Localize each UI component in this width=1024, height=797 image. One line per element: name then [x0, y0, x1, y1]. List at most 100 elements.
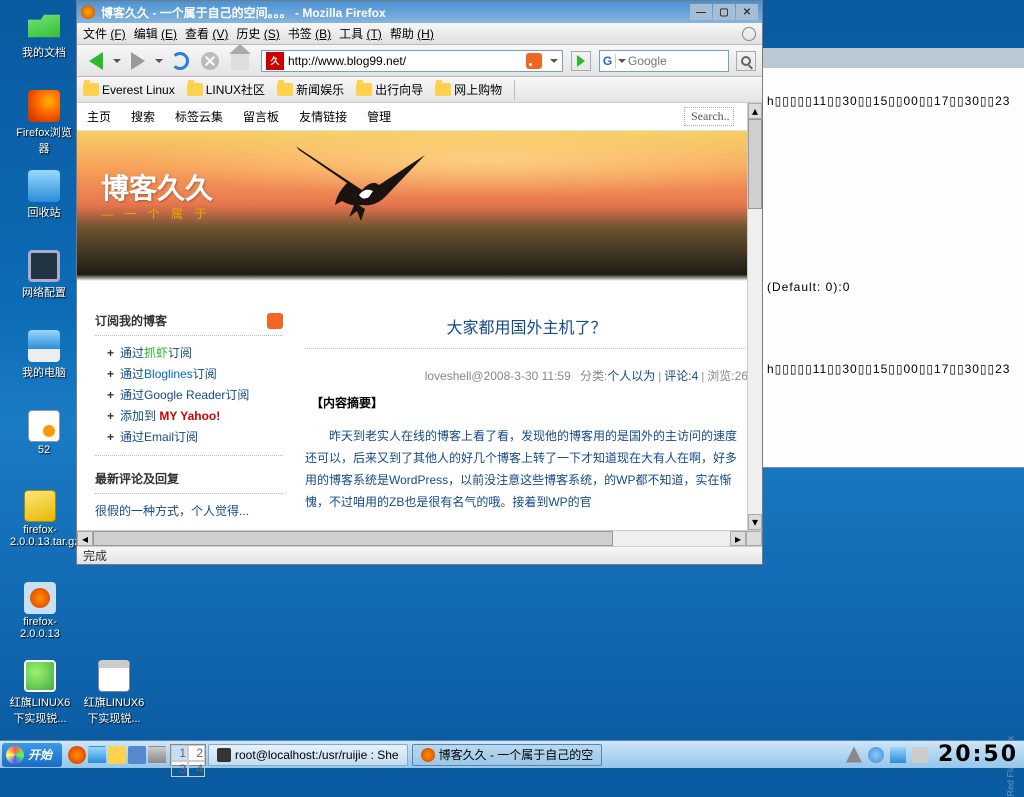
- task-terminal[interactable]: root@localhost:/usr/ruijie : She: [208, 744, 408, 766]
- desktop-icon-documents[interactable]: 我的文档: [14, 10, 74, 60]
- ql-firefox-icon[interactable]: [68, 746, 86, 764]
- site-search[interactable]: Search..: [684, 107, 734, 126]
- desktop-icon-firefox-folder[interactable]: firefox-2.0.0.13: [10, 582, 70, 640]
- horizontal-scrollbar[interactable]: ◂ ▸: [77, 530, 762, 546]
- titlebar[interactable]: 博客久久 - 一个属于自己的空间。。。 - Mozilla Firefox — …: [77, 1, 762, 23]
- system-tray: 20:50: [844, 742, 1024, 767]
- reload-icon: [171, 52, 189, 70]
- trash-icon: [28, 170, 60, 202]
- bookmark-news[interactable]: 新闻娱乐: [277, 81, 344, 98]
- nav-guestbook[interactable]: 留言板: [243, 108, 279, 125]
- desktop-icon-redflag1[interactable]: 红旗LINUX6下实现锐...: [6, 660, 74, 726]
- note-icon: [28, 410, 60, 442]
- menu-tools[interactable]: 工具 (T): [339, 25, 382, 42]
- vertical-scrollbar[interactable]: ▴ ▾: [747, 103, 762, 530]
- sub-item[interactable]: 通过Google Reader订阅: [107, 386, 283, 403]
- folder-icon: [187, 83, 203, 96]
- doc-icon: [24, 660, 56, 692]
- menu-help[interactable]: 帮助 (H): [390, 25, 434, 42]
- firefox-icon: [421, 748, 435, 762]
- start-button[interactable]: 开始: [2, 743, 62, 767]
- nav-links[interactable]: 友情链接: [299, 108, 347, 125]
- volume-icon[interactable]: [868, 747, 884, 763]
- close-button[interactable]: ✕: [736, 4, 758, 20]
- search-engine-dropdown[interactable]: [618, 59, 626, 63]
- search-go-button[interactable]: [736, 51, 756, 71]
- magnifier-icon: [741, 56, 751, 66]
- nav-tags[interactable]: 标签云集: [175, 108, 223, 125]
- hscroll-thumb[interactable]: [93, 531, 613, 546]
- post-title[interactable]: 大家都用国外主机了？: [305, 314, 748, 338]
- menu-view[interactable]: 查看 (V): [185, 25, 228, 42]
- nav-admin[interactable]: 管理: [367, 108, 391, 125]
- desktop-icon-computer[interactable]: 我的电脑: [14, 330, 74, 380]
- subscribe-list: 通过抓虾订阅 通过Bloglines订阅 通过Google Reader订阅 添…: [95, 344, 283, 456]
- forward-button[interactable]: [125, 48, 151, 74]
- bookmark-travel[interactable]: 出行向导: [356, 81, 423, 98]
- updater-icon[interactable]: [846, 747, 862, 763]
- forward-dropdown[interactable]: [155, 59, 163, 63]
- rss-icon[interactable]: [267, 313, 283, 329]
- desktop-icon-targz[interactable]: firefox-2.0.0.13.tar.gz: [10, 490, 70, 548]
- page-viewport: 主页 搜索 标签云集 留言板 友情链接 管理 Search.. 博客久久 — 一…: [77, 103, 762, 546]
- eagle-image: [287, 135, 437, 245]
- scroll-up-button[interactable]: ▴: [748, 103, 762, 119]
- ql-app-icon[interactable]: [128, 746, 146, 764]
- desktop-icon-network[interactable]: 网络配置: [14, 250, 74, 300]
- site-subtitle: — 一 个 属 于: [101, 205, 210, 222]
- reload-button[interactable]: [167, 48, 193, 74]
- sub-item[interactable]: 通过Bloglines订阅: [107, 365, 283, 382]
- minimize-button[interactable]: —: [690, 4, 712, 20]
- nav-home[interactable]: 主页: [87, 108, 111, 125]
- ql-desktop-icon[interactable]: [88, 746, 106, 764]
- scroll-left-button[interactable]: ◂: [77, 531, 93, 546]
- banner: 博客久久 — 一 个 属 于: [77, 131, 762, 294]
- search-input[interactable]: [628, 54, 718, 68]
- scroll-down-button[interactable]: ▾: [748, 514, 762, 530]
- desktop-icon-firefox[interactable]: Firefox浏览器: [14, 90, 74, 156]
- quick-launch: [68, 746, 166, 764]
- text-icon: [98, 660, 130, 692]
- desktop-pager[interactable]: 12 34: [170, 744, 206, 766]
- window-title: 博客久久 - 一个属于自己的空间。。。 - Mozilla Firefox: [101, 4, 386, 21]
- site-title: 博客久久: [101, 167, 213, 207]
- play-icon: [577, 55, 585, 67]
- menu-edit[interactable]: 编辑 (E): [134, 25, 177, 42]
- desktop-icon-redflag2[interactable]: 红旗LINUX6下实现锐...: [80, 660, 148, 726]
- desktop-icon-trash[interactable]: 回收站: [14, 170, 74, 220]
- network-tray-icon[interactable]: [890, 747, 906, 763]
- back-dropdown[interactable]: [113, 59, 121, 63]
- scroll-right-button[interactable]: ▸: [730, 531, 746, 546]
- maximize-button[interactable]: ▢: [713, 4, 735, 20]
- scroll-thumb[interactable]: [748, 119, 762, 209]
- tray-icon[interactable]: [912, 747, 928, 763]
- sub-item[interactable]: 通过Email订阅: [107, 428, 283, 445]
- stop-button[interactable]: [197, 48, 223, 74]
- google-icon[interactable]: G: [600, 54, 616, 68]
- ql-terminal-icon[interactable]: [148, 746, 166, 764]
- search-bar[interactable]: G: [599, 50, 729, 72]
- menu-bookmarks[interactable]: 书签 (B): [288, 25, 331, 42]
- url-dropdown[interactable]: [550, 59, 558, 63]
- task-firefox[interactable]: 博客久久 - 一个属于自己的空: [412, 744, 603, 766]
- address-bar[interactable]: 久: [261, 50, 563, 72]
- sub-item[interactable]: 通过抓虾订阅: [107, 344, 283, 361]
- url-input[interactable]: [288, 52, 526, 70]
- bookmark-shopping[interactable]: 网上购物: [435, 81, 502, 98]
- firefox-icon: [28, 90, 60, 122]
- menu-file[interactable]: 文件 (F): [83, 25, 126, 42]
- bookmark-linux[interactable]: LINUX社区: [187, 81, 265, 98]
- bookmark-everest[interactable]: Everest Linux: [83, 83, 175, 97]
- ql-folder-icon[interactable]: [108, 746, 126, 764]
- archive-icon: [24, 490, 56, 522]
- clock[interactable]: 20:50: [934, 742, 1022, 767]
- go-button[interactable]: [571, 51, 591, 71]
- back-button[interactable]: [83, 48, 109, 74]
- home-button[interactable]: [227, 48, 253, 74]
- rss-icon[interactable]: [526, 53, 542, 69]
- desktop-icon-note[interactable]: 52: [14, 410, 74, 456]
- nav-search[interactable]: 搜索: [131, 108, 155, 125]
- menu-history[interactable]: 历史 (S): [236, 25, 279, 42]
- recent-comment[interactable]: 很假的一种方式，个人觉得...: [95, 502, 283, 519]
- sub-item[interactable]: 添加到 MY Yahoo!: [107, 407, 283, 424]
